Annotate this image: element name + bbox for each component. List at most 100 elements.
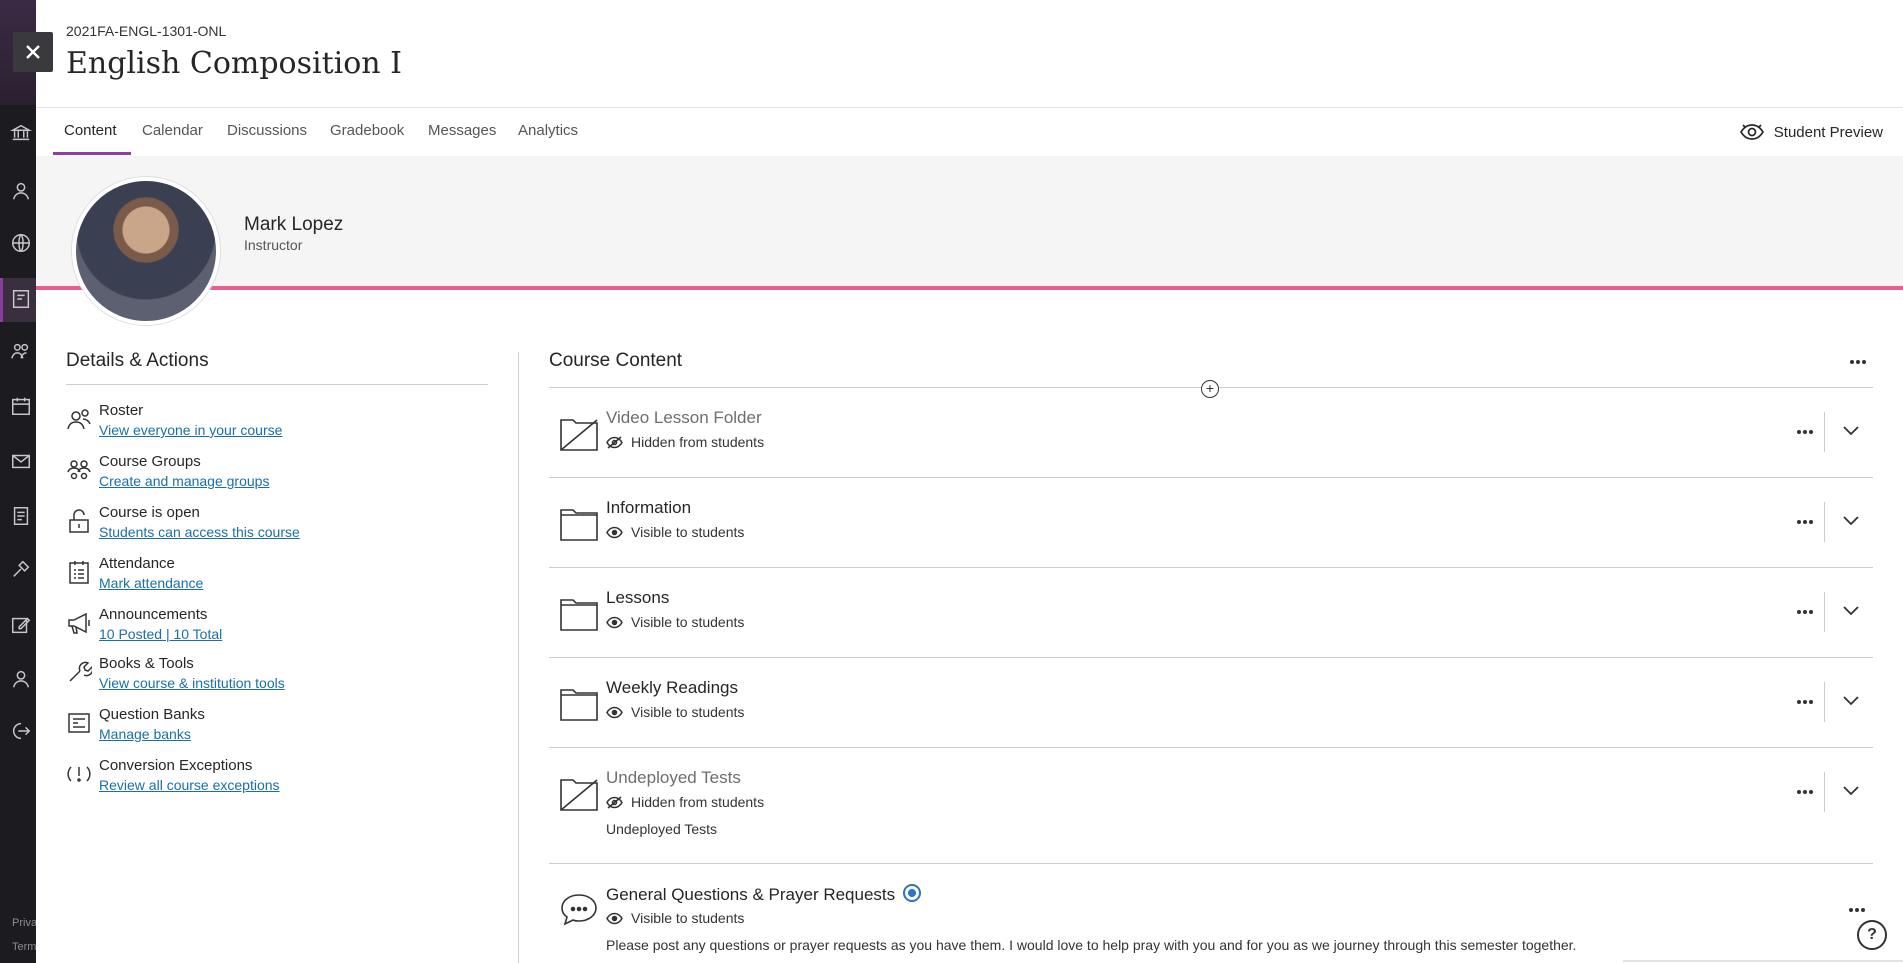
profile-icon[interactable]: [10, 180, 32, 202]
details-item-course-groups: Course Groups Create and manage groups: [66, 453, 486, 493]
institution-icon[interactable]: [9, 122, 33, 144]
messages-icon[interactable]: [10, 450, 32, 472]
tab-calendar[interactable]: Calendar: [142, 122, 203, 139]
student-preview-label: Student Preview: [1773, 123, 1883, 141]
help-button[interactable]: ?: [1857, 920, 1887, 950]
question-bank-icon: [66, 710, 92, 736]
question-banks-link[interactable]: Manage banks: [99, 726, 191, 742]
visibility-label: Visible to students: [631, 524, 745, 540]
visibility-status[interactable]: Visible to students: [606, 524, 744, 540]
visibility-label: Hidden from students: [631, 434, 765, 450]
instructor-avatar[interactable]: [72, 177, 220, 325]
content-item-title[interactable]: General Questions & Prayer Requests: [606, 884, 922, 905]
content-item-description: Please post any questions or prayer requ…: [606, 937, 1577, 953]
course-open-link[interactable]: Students can access this course: [99, 524, 300, 540]
sign-out-icon[interactable]: [10, 720, 32, 742]
chevron-down-icon[interactable]: [1841, 420, 1861, 440]
account-icon[interactable]: [10, 668, 32, 690]
content-row-divider: [549, 747, 1873, 748]
new-activity-badge-icon: [903, 884, 922, 902]
instructor-role: Instructor: [244, 237, 303, 253]
course-content-section: Course Content: [549, 350, 1873, 372]
chevron-down-icon[interactable]: [1841, 510, 1861, 530]
roster-link[interactable]: View everyone in your course: [99, 422, 282, 438]
instructor-name[interactable]: Mark Lopez: [244, 214, 343, 236]
grades-icon[interactable]: [10, 505, 32, 527]
item-more-icon[interactable]: [1793, 780, 1817, 804]
eye-icon: [606, 912, 623, 924]
tab-messages[interactable]: Messages: [428, 122, 496, 139]
visibility-label: Hidden from students: [631, 794, 765, 810]
folder-icon: [559, 686, 599, 722]
visibility-status[interactable]: Visible to students: [606, 910, 744, 926]
course-content-more-icon[interactable]: [1843, 350, 1873, 374]
details-title: Attendance: [99, 555, 175, 572]
close-button[interactable]: [13, 32, 53, 72]
details-title: Announcements: [99, 606, 208, 623]
eye-icon: [606, 526, 623, 538]
calendar-icon[interactable]: [10, 395, 32, 417]
privacy-link[interactable]: Priva: [12, 917, 37, 929]
item-action-divider: [1824, 412, 1825, 452]
course-panel: 2021FA-ENGL-1301-ONL English Composition…: [36, 0, 1903, 963]
visibility-status[interactable]: Hidden from students: [606, 434, 764, 450]
content-item-title[interactable]: Undeployed Tests: [606, 768, 741, 788]
groups-icon: [66, 457, 92, 483]
item-more-icon[interactable]: [1793, 420, 1817, 444]
add-content-button[interactable]: +: [1201, 380, 1219, 398]
tab-content[interactable]: Content: [64, 122, 117, 139]
content-item-title[interactable]: Lessons: [606, 588, 669, 608]
terms-link[interactable]: Term: [12, 941, 36, 953]
details-title: Books & Tools: [99, 655, 194, 672]
tab-analytics[interactable]: Analytics: [518, 122, 578, 139]
course-code: 2021FA-ENGL-1301-ONL: [66, 23, 227, 39]
content-item-description: Undeployed Tests: [606, 821, 718, 837]
announcements-link[interactable]: 10 Posted | 10 Total: [99, 626, 222, 642]
global-nav-rail: Priva Term: [0, 0, 37, 963]
course-content-heading: Course Content: [549, 350, 683, 371]
student-preview-button[interactable]: Student Preview: [1738, 121, 1883, 143]
visibility-status[interactable]: Hidden from students: [606, 794, 764, 810]
details-item-roster: Roster View everyone in your course: [66, 402, 486, 442]
globe-icon[interactable]: [10, 232, 32, 254]
item-more-icon[interactable]: [1793, 600, 1817, 624]
visibility-status[interactable]: Visible to students: [606, 704, 744, 720]
tab-gradebook[interactable]: Gradebook: [330, 122, 404, 139]
organizations-icon[interactable]: [10, 340, 32, 362]
content-item-title[interactable]: Video Lesson Folder: [606, 408, 762, 428]
course-groups-link[interactable]: Create and manage groups: [99, 473, 269, 489]
courses-icon[interactable]: [10, 288, 32, 310]
books-tools-link[interactable]: View course & institution tools: [99, 675, 285, 691]
content-item-video-lesson-folder: Video Lesson Folder Hidden from students: [549, 408, 1873, 478]
content-item-title[interactable]: Information: [606, 498, 691, 518]
content-item-information: Information Visible to students: [549, 498, 1873, 568]
eye-icon: [606, 616, 623, 628]
content-item-title[interactable]: Weekly Readings: [606, 678, 738, 698]
roster-icon: [66, 406, 92, 432]
conversion-exception-icon: [66, 761, 92, 787]
details-item-conversion-exceptions: Conversion Exceptions Review all course …: [66, 757, 486, 797]
hidden-folder-icon: [559, 776, 599, 812]
visibility-status[interactable]: Visible to students: [606, 614, 744, 630]
folder-icon: [559, 596, 599, 632]
details-actions-section: Details & Actions: [66, 350, 488, 385]
details-divider: [66, 384, 488, 385]
tools-icon[interactable]: [10, 558, 32, 580]
tab-discussions[interactable]: Discussions: [227, 122, 307, 139]
chevron-down-icon[interactable]: [1841, 690, 1861, 710]
item-more-icon[interactable]: [1793, 510, 1817, 534]
course-title: English Composition I: [66, 46, 403, 81]
item-more-icon[interactable]: [1845, 898, 1869, 922]
active-tab-indicator: [53, 152, 131, 155]
chevron-down-icon[interactable]: [1841, 780, 1861, 800]
visibility-label: Visible to students: [631, 910, 745, 926]
edit-icon[interactable]: [10, 614, 32, 636]
item-more-icon[interactable]: [1793, 690, 1817, 714]
megaphone-icon: [66, 610, 92, 636]
content-row-divider: [549, 657, 1873, 658]
student-preview-icon: [1739, 124, 1764, 140]
attendance-link[interactable]: Mark attendance: [99, 575, 203, 591]
conversion-exceptions-link[interactable]: Review all course exceptions: [99, 777, 280, 793]
eye-off-icon: [606, 795, 623, 809]
chevron-down-icon[interactable]: [1841, 600, 1861, 620]
